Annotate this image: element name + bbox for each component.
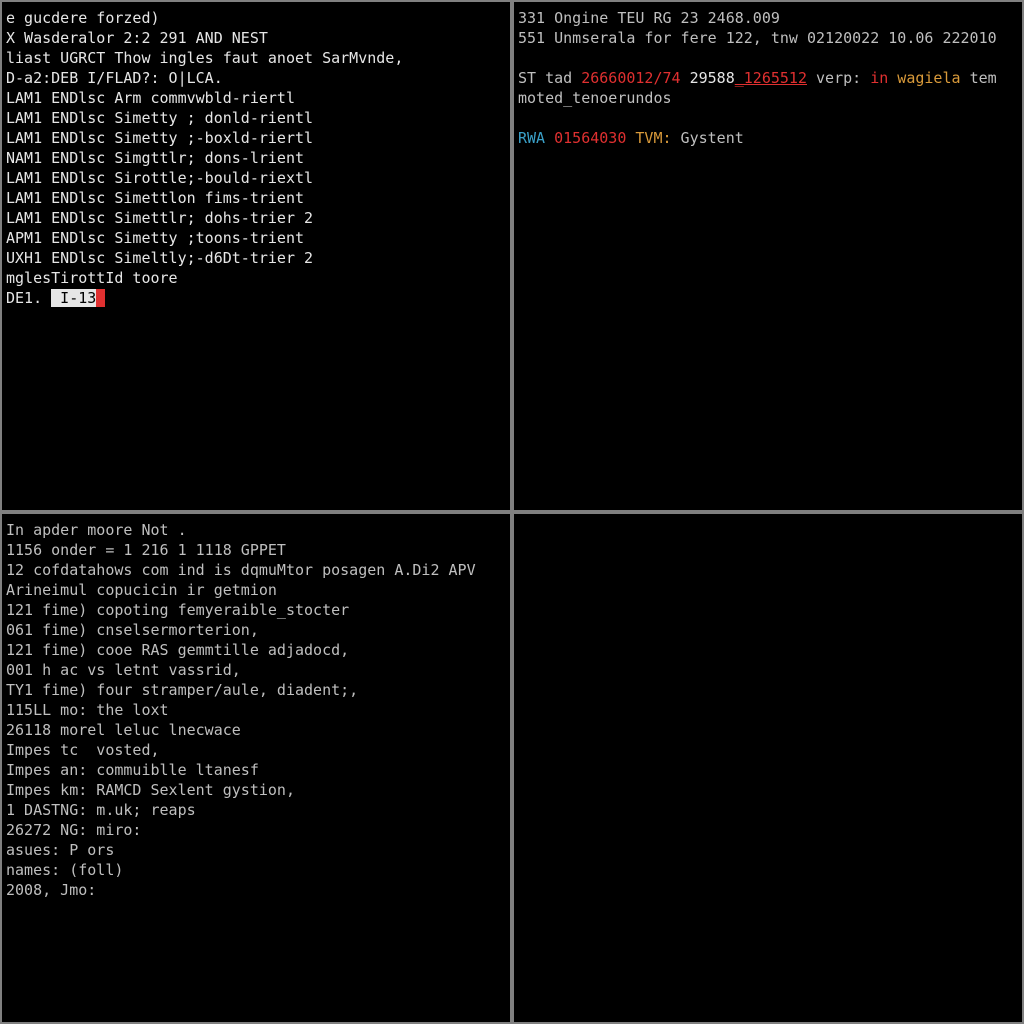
terminal-line: 26118 morel leluc lnecwace: [6, 720, 506, 740]
text-segment: TVM:: [635, 129, 671, 147]
text-segment: 121 fime) copoting femyeraible_stocter: [6, 601, 349, 619]
text-segment: D-a2:DEB I/FLAD?: O|LCA.: [6, 69, 223, 87]
terminal-line: Arineimul copucicin ir getmion: [6, 580, 506, 600]
text-segment: 1156 onder = 1 216 1 1118 GPPET: [6, 541, 286, 559]
terminal-line: LAM1 ENDlsc Simetty ; donld-rientl: [6, 108, 506, 128]
text-segment: in: [870, 69, 888, 87]
terminal-line: 1156 onder = 1 216 1 1118 GPPET: [6, 540, 506, 560]
terminal-line: 061 fime) cnselsermorterion,: [6, 620, 506, 640]
text-segment: NAM1 ENDlsc Simgttlr; dons-lrient: [6, 149, 304, 167]
terminal-line: 121 fime) cooe RAS gemmtille adjadocd,: [6, 640, 506, 660]
terminal-pane-bottom-right[interactable]: [514, 514, 1022, 1022]
text-segment: TY1 fime) four stramper/aule, diadent;,: [6, 681, 358, 699]
terminal-line: [518, 48, 1018, 68]
text-segment: LAM1 ENDlsc Sirottle;-bould-riextl: [6, 169, 313, 187]
text-segment: [96, 289, 105, 307]
terminal-line: names: (foll): [6, 860, 506, 880]
terminal-multiplexer: e gucdere forzed) X Wasderalor 2:2 291 AN…: [0, 0, 1024, 1024]
text-segment: _tenoerundos: [563, 89, 671, 107]
terminal-line: LAM1 ENDlsc Simettlr; dohs-trier 2: [6, 208, 506, 228]
text-segment: e gucdere forzed): [6, 9, 160, 27]
text-segment: Arineimul copucicin ir getmion: [6, 581, 277, 599]
text-segment: X Wasderalor 2:2 291 AND NEST: [6, 29, 268, 47]
text-segment: asues: P ors: [6, 841, 114, 859]
text-segment: LAM1 ENDlsc Arm commvwbld-riertl: [6, 89, 295, 107]
terminal-line: LAM1 ENDlsc Sirottle;-bould-riextl: [6, 168, 506, 188]
text-segment: Gystent: [672, 129, 744, 147]
terminal-line: TY1 fime) four stramper/aule, diadent;,: [6, 680, 506, 700]
terminal-line: X Wasderalor 2:2 291 AND NEST: [6, 28, 506, 48]
text-segment: RWA: [518, 129, 554, 147]
text-segment: 26118 morel leluc lnecwace: [6, 721, 241, 739]
text-segment: _1265512: [735, 69, 807, 87]
text-segment: moted: [518, 89, 563, 107]
text-segment: wagiela: [888, 69, 969, 87]
text-segment: LAM1 ENDlsc Simettlon fims-trient: [6, 189, 304, 207]
text-segment: 115LL mo: the loxt: [6, 701, 169, 719]
terminal-line: NAM1 ENDlsc Simgttlr; dons-lrient: [6, 148, 506, 168]
terminal-line: In apder moore Not .: [6, 520, 506, 540]
terminal-line: 121 fime) copoting femyeraible_stocter: [6, 600, 506, 620]
terminal-line: 1 DASTNG: m.uk; reaps: [6, 800, 506, 820]
terminal-pane-bottom-left[interactable]: In apder moore Not . 1156 onder = 1 216 1…: [2, 514, 510, 1022]
text-segment: verp:: [807, 69, 870, 87]
text-segment: Impes km: RAMCD Sexlent gystion,: [6, 781, 295, 799]
terminal-line: 12 cofdatahows com ind is dqmuMtor posag…: [6, 560, 506, 580]
text-segment: DE1.: [6, 289, 51, 307]
terminal-line: UXH1 ENDlsc Simeltly;-d6Dt-trier 2: [6, 248, 506, 268]
terminal-pane-top-right[interactable]: 331 Ongine TEU RG 23 2468.009 551 Unmsera…: [514, 2, 1022, 510]
terminal-line: Impes tc vosted,: [6, 740, 506, 760]
text-segment: mglesTirottId toore: [6, 269, 178, 287]
terminal-line: LAM1 ENDlsc Arm commvwbld-riertl: [6, 88, 506, 108]
terminal-line: 551 Unmserala for fere 122, tnw 02120022…: [518, 28, 1018, 48]
terminal-line: 26272 NG: miro:: [6, 820, 506, 840]
text-segment: 26272 NG: miro:: [6, 821, 141, 839]
terminal-line: 115LL mo: the loxt: [6, 700, 506, 720]
terminal-line: asues: P ors: [6, 840, 506, 860]
terminal-line: 331 Ongine TEU RG 23 2468.009: [518, 8, 1018, 28]
terminal-line: LAM1 ENDlsc Simetty ;-boxld-riertl: [6, 128, 506, 148]
terminal-line: DE1. I-13: [6, 288, 506, 308]
text-segment: In apder moore Not .: [6, 521, 187, 539]
terminal-line: e gucdere forzed): [6, 8, 506, 28]
terminal-line: moted_tenoerundos: [518, 88, 1018, 108]
text-segment: 12 cofdatahows com ind is dqmuMtor posag…: [6, 561, 476, 579]
text-segment: 29588: [681, 69, 735, 87]
text-segment: UXH1 ENDlsc Simeltly;-d6Dt-trier 2: [6, 249, 313, 267]
terminal-line: 001 h ac vs letnt vassrid,: [6, 660, 506, 680]
text-segment: 331 Ongine TEU RG 23 2468.009: [518, 9, 780, 27]
terminal-line: APM1 ENDlsc Simetty ;toons-trient: [6, 228, 506, 248]
text-segment: 551 Unmserala for fere 122, tnw 02120022…: [518, 29, 997, 47]
text-segment: LAM1 ENDlsc Simetty ;-boxld-riertl: [6, 129, 313, 147]
terminal-line: Impes km: RAMCD Sexlent gystion,: [6, 780, 506, 800]
text-segment: 2008, Jmo:: [6, 881, 96, 899]
terminal-line: [518, 108, 1018, 128]
text-segment: 01564030: [554, 129, 635, 147]
text-segment: LAM1 ENDlsc Simetty ; donld-rientl: [6, 109, 313, 127]
terminal-line: Impes an: commuiblle ltanesf: [6, 760, 506, 780]
text-segment: Impes tc vosted,: [6, 741, 160, 759]
text-segment: APM1 ENDlsc Simetty ;toons-trient: [6, 229, 304, 247]
text-segment: I-13: [51, 289, 96, 307]
terminal-line: ST tad 26660012/74 29588_1265512 verp: i…: [518, 68, 1018, 88]
text-segment: names: (foll): [6, 861, 123, 879]
terminal-line: D-a2:DEB I/FLAD?: O|LCA.: [6, 68, 506, 88]
terminal-line: RWA 01564030 TVM: Gystent: [518, 128, 1018, 148]
terminal-pane-top-left[interactable]: e gucdere forzed) X Wasderalor 2:2 291 AN…: [2, 2, 510, 510]
text-segment: 121 fime) cooe RAS gemmtille adjadocd,: [6, 641, 349, 659]
terminal-line: 2008, Jmo:: [6, 880, 506, 900]
text-segment: liast UGRCT Thow ingles faut anoet SarMv…: [6, 49, 403, 67]
terminal-line: LAM1 ENDlsc Simettlon fims-trient: [6, 188, 506, 208]
terminal-line: mglesTirottId toore: [6, 268, 506, 288]
text-segment: Impes an: commuiblle ltanesf: [6, 761, 259, 779]
text-segment: LAM1 ENDlsc Simettlr; dohs-trier 2: [6, 209, 313, 227]
text-segment: 26660012/74: [581, 69, 680, 87]
text-segment: 1 DASTNG: m.uk; reaps: [6, 801, 196, 819]
terminal-line: liast UGRCT Thow ingles faut anoet SarMv…: [6, 48, 506, 68]
text-segment: ST tad: [518, 69, 581, 87]
text-segment: 061 fime) cnselsermorterion,: [6, 621, 259, 639]
text-segment: tem: [970, 69, 997, 87]
text-segment: 001 h ac vs letnt vassrid,: [6, 661, 241, 679]
